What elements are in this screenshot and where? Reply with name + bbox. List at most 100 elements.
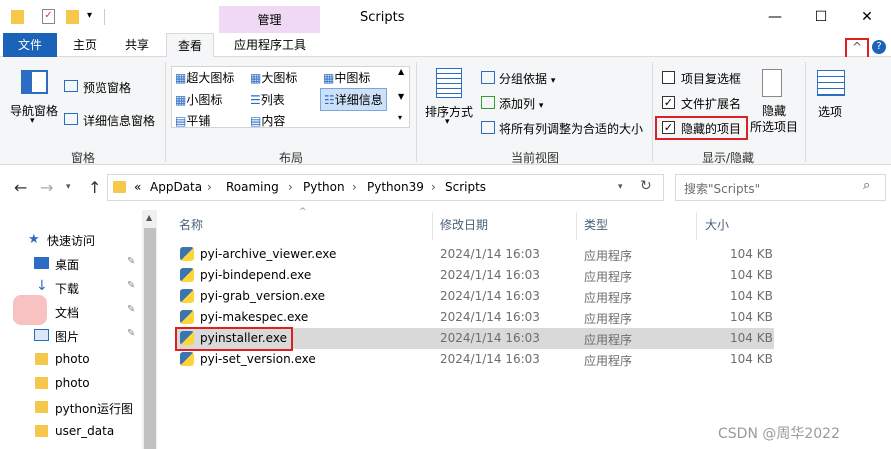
up-arrow-icon[interactable]: ↑: [88, 178, 101, 197]
column-header-size[interactable]: 大小: [705, 216, 729, 233]
nav-desktop[interactable]: 桌面: [55, 256, 79, 273]
layout-large-icons[interactable]: ▦ 大图标: [250, 69, 297, 86]
nav-folder-photo[interactable]: photo: [55, 352, 90, 366]
file-name: pyi-makespec.exe: [200, 310, 309, 324]
layout-small-icons[interactable]: ▦ 小图标: [175, 91, 222, 108]
file-row[interactable]: pyi-set_version.exe 2024/1/14 16:03 应用程序…: [175, 349, 774, 370]
maximize-button[interactable]: ☐: [811, 8, 831, 26]
chevron-down-icon: ▾: [550, 76, 556, 86]
group-label-current-view: 当前视图: [511, 151, 560, 165]
layout-details[interactable]: ☷ 详细信息: [320, 88, 387, 111]
close-button[interactable]: ✕: [857, 8, 877, 26]
hidden-items-checkbox[interactable]: ✓: [662, 121, 675, 134]
layout-content[interactable]: ▤ 内容: [250, 112, 285, 129]
sort-by-dropdown-icon[interactable]: ▾: [445, 117, 450, 127]
tab-view[interactable]: 查看: [166, 33, 214, 58]
chevron-right-icon[interactable]: ›: [288, 180, 293, 194]
breadcrumb-python[interactable]: Python: [303, 180, 345, 194]
overlay-badge-icon: [13, 295, 47, 325]
tab-home[interactable]: 主页: [63, 33, 107, 57]
pin-icon[interactable]: ✎: [127, 328, 135, 339]
pin-icon[interactable]: ✎: [127, 304, 135, 315]
nav-folder-python-run[interactable]: python运行图: [55, 400, 133, 417]
breadcrumb-overflow[interactable]: «: [134, 180, 141, 194]
nav-pictures[interactable]: 图片: [55, 328, 79, 345]
address-dropdown-icon[interactable]: ▾: [618, 182, 623, 192]
group-label-show-hide: 显示/隐藏: [702, 151, 755, 165]
pin-icon[interactable]: ✎: [127, 256, 135, 267]
tab-share[interactable]: 共享: [115, 33, 159, 57]
group-by-label: 分组依据: [499, 72, 548, 86]
recent-locations-dropdown-icon[interactable]: ▾: [66, 182, 71, 192]
file-extensions-checkbox[interactable]: ✓: [662, 96, 675, 109]
add-columns-button[interactable]: 添加列 ▾: [499, 95, 543, 112]
folder-icon: [35, 401, 48, 413]
minimize-button[interactable]: —: [765, 8, 785, 26]
layout-more-icon[interactable]: ▾: [398, 113, 402, 122]
preview-pane-button[interactable]: 预览窗格: [83, 79, 131, 96]
list-icon: ☰: [250, 93, 261, 107]
column-header-type[interactable]: 类型: [584, 216, 608, 233]
file-row[interactable]: pyi-grab_version.exe 2024/1/14 16:03 应用程…: [175, 286, 774, 307]
nav-folder-user-data[interactable]: user_data: [55, 424, 114, 438]
python-exe-icon: [180, 310, 194, 324]
quick-access-toolbar-dropdown[interactable]: ▾: [87, 10, 92, 21]
breadcrumb-scripts[interactable]: Scripts: [445, 180, 486, 194]
group-by-button[interactable]: 分组依据 ▾: [499, 70, 555, 87]
layout-list[interactable]: ☰ 列表: [250, 91, 285, 108]
layout-scroll-up-icon[interactable]: ▲: [398, 67, 404, 76]
properties-icon[interactable]: ✓: [42, 9, 55, 24]
refresh-icon[interactable]: ↻: [640, 178, 652, 194]
scroll-up-icon[interactable]: ▲: [146, 213, 152, 222]
pin-icon[interactable]: ✎: [127, 280, 135, 291]
item-checkboxes-checkbox[interactable]: [662, 71, 675, 84]
sort-indicator-icon: ^: [299, 207, 307, 217]
file-size: 104 KB: [730, 289, 773, 303]
file-size: 104 KB: [730, 247, 773, 261]
chevron-up-icon[interactable]: ^: [852, 40, 862, 54]
breadcrumb-roaming[interactable]: Roaming: [226, 180, 279, 194]
new-folder-icon[interactable]: [66, 10, 79, 24]
nav-quick-access[interactable]: 快速访问: [47, 232, 95, 249]
file-date: 2024/1/14 16:03: [440, 352, 540, 366]
file-row[interactable]: pyi-bindepend.exe 2024/1/14 16:03 应用程序 1…: [175, 265, 774, 286]
layout-medium-icons[interactable]: ▦ 中图标: [323, 69, 370, 86]
column-header-name[interactable]: 名称: [179, 216, 203, 233]
large-icons-icon: ▦: [250, 71, 262, 85]
layout-xl-icons[interactable]: ▦ 超大图标: [175, 69, 234, 86]
context-tab-manage[interactable]: 管理: [219, 11, 320, 28]
search-icon[interactable]: ⌕: [863, 178, 870, 193]
hide-selected-label-line1: 隐藏: [762, 104, 787, 118]
help-icon[interactable]: ?: [872, 40, 886, 54]
nav-scrollbar-thumb[interactable]: [144, 228, 156, 449]
layout-scroll-down-icon[interactable]: ▼: [398, 92, 404, 101]
folder-icon: [35, 425, 48, 437]
file-date: 2024/1/14 16:03: [440, 289, 540, 303]
size-all-columns-button[interactable]: 将所有列调整为合适的大小: [499, 120, 643, 137]
pictures-icon: [34, 329, 49, 341]
hide-selected-button[interactable]: 隐藏 所选项目: [750, 103, 798, 135]
divider: [104, 9, 105, 25]
nav-folder-photo-2[interactable]: photo: [55, 376, 90, 390]
nav-pane-dropdown-icon[interactable]: ▾: [30, 116, 35, 126]
divider: [432, 212, 433, 240]
nav-documents[interactable]: 文档: [55, 304, 79, 321]
chevron-right-icon[interactable]: ›: [431, 180, 436, 194]
layout-tiles[interactable]: ▤ 平铺: [175, 112, 210, 129]
options-button[interactable]: 选项: [818, 103, 842, 120]
tab-file[interactable]: 文件: [3, 33, 57, 57]
group-label-panes: 窗格: [71, 151, 96, 165]
column-header-date[interactable]: 修改日期: [440, 216, 488, 233]
chevron-right-icon[interactable]: ›: [207, 180, 212, 194]
file-row[interactable]: pyi-archive_viewer.exe 2024/1/14 16:03 应…: [175, 244, 774, 265]
breadcrumb-appdata[interactable]: AppData: [150, 180, 202, 194]
breadcrumb-python39[interactable]: Python39: [367, 180, 424, 194]
chevron-right-icon[interactable]: ›: [352, 180, 357, 194]
title-bar: [0, 0, 891, 33]
file-row[interactable]: pyi-makespec.exe 2024/1/14 16:03 应用程序 10…: [175, 307, 774, 328]
tab-app-tools[interactable]: 应用程序工具: [222, 33, 318, 57]
back-arrow-icon[interactable]: ←: [14, 178, 27, 197]
nav-downloads[interactable]: 下载: [55, 280, 79, 297]
details-pane-button[interactable]: 详细信息窗格: [83, 112, 155, 129]
forward-arrow-icon[interactable]: →: [40, 178, 53, 197]
